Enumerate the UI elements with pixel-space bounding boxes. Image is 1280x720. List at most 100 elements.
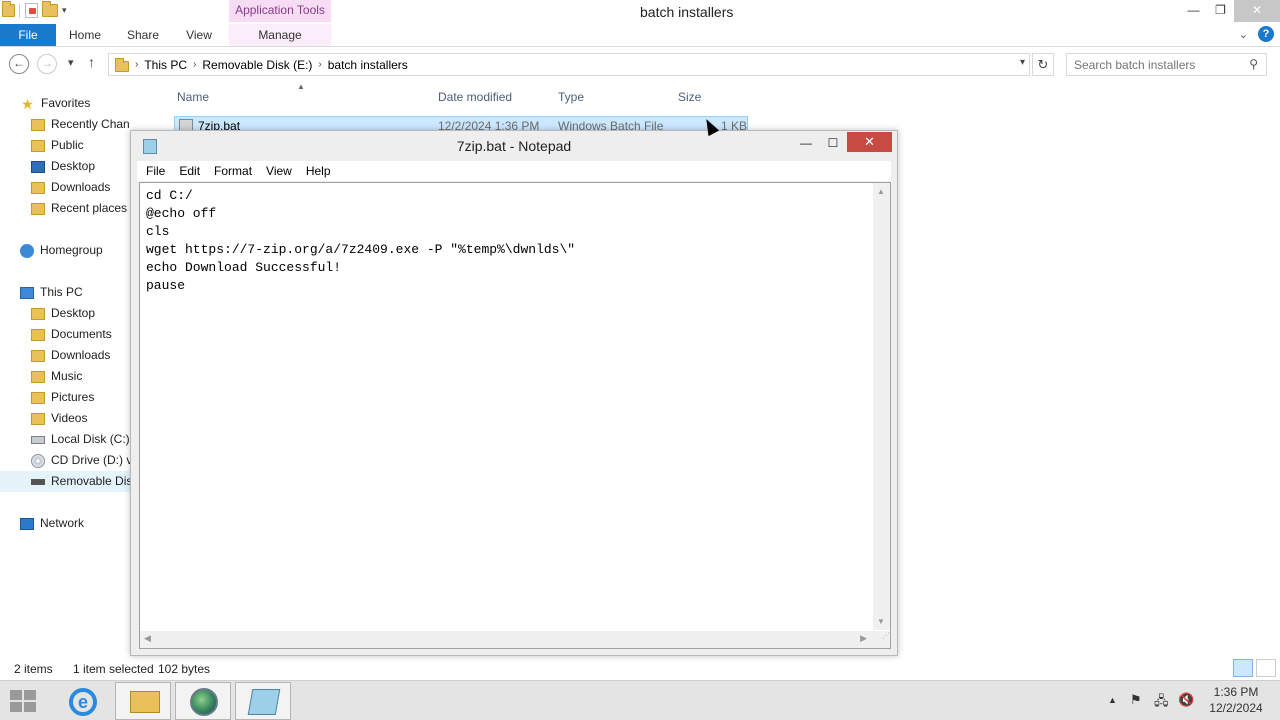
- notepad-maximize-button[interactable]: ☐: [820, 133, 846, 153]
- nav-homegroup[interactable]: Homegroup: [0, 240, 130, 261]
- back-button[interactable]: ←: [9, 54, 29, 74]
- notepad-title: 7zip.bat - Notepad: [456, 138, 572, 154]
- item-count: 2 items: [14, 662, 53, 676]
- menu-view[interactable]: View: [259, 161, 299, 181]
- selection-size: 102 bytes: [158, 662, 211, 676]
- menu-help[interactable]: Help: [299, 161, 338, 181]
- nav-pc-desktop[interactable]: Desktop: [0, 303, 130, 324]
- nav-desktop[interactable]: Desktop: [0, 156, 130, 177]
- refresh-button[interactable]: ↻: [1032, 53, 1054, 76]
- minimize-button[interactable]: —: [1180, 0, 1207, 22]
- notepad-window: 7zip.bat - Notepad — ☐ ✕ File Edit Forma…: [130, 130, 898, 656]
- start-button[interactable]: [10, 690, 38, 714]
- sort-ascending-icon: ▲: [297, 82, 305, 91]
- clock-date: 12/2/2024: [1209, 701, 1263, 715]
- folder-icon: [2, 1, 15, 17]
- location-folder-icon: [115, 57, 129, 72]
- network-tray-icon[interactable]: 🖧: [1154, 692, 1169, 714]
- details-view-button[interactable]: [1233, 659, 1253, 677]
- nav-recent-places[interactable]: Recent places: [0, 198, 130, 219]
- nav-favorites[interactable]: ★ Favorites: [0, 93, 130, 114]
- internet-explorer-icon: e: [69, 688, 97, 716]
- nav-local-disk[interactable]: Local Disk (C:): [0, 429, 130, 450]
- resize-grip-icon[interactable]: ⋰: [873, 631, 890, 648]
- breadcrumb-batch-installers[interactable]: batch installers: [328, 58, 408, 72]
- breadcrumb-separator: ›: [135, 59, 139, 70]
- pictures-folder-icon: [31, 391, 45, 404]
- scroll-left-icon[interactable]: ◀: [144, 633, 151, 644]
- breadcrumb[interactable]: › This PC › Removable Disk (E:) › batch …: [108, 53, 1030, 76]
- forward-button[interactable]: →: [37, 54, 57, 74]
- taskbar-internet-explorer[interactable]: e: [54, 682, 110, 720]
- help-icon[interactable]: ?: [1258, 26, 1274, 42]
- expand-ribbon-icon[interactable]: ⌄: [1239, 28, 1248, 41]
- notepad-titlebar[interactable]: 7zip.bat - Notepad — ☐ ✕: [131, 131, 897, 161]
- taskbar-clock[interactable]: 1:36 PM 12/2/2024: [1196, 684, 1276, 716]
- nav-network[interactable]: Network: [0, 513, 130, 534]
- taskbar: e ▲ ⚑ 🖧 🔇 1:36 PM 12/2/2024: [0, 680, 1280, 720]
- clock-time: 1:36 PM: [1213, 685, 1259, 699]
- column-header-size[interactable]: Size: [678, 90, 701, 104]
- nav-documents[interactable]: Documents: [0, 324, 130, 345]
- properties-icon[interactable]: [25, 3, 38, 18]
- nav-public[interactable]: Public: [0, 135, 130, 156]
- tab-view[interactable]: View: [176, 24, 222, 46]
- tab-file[interactable]: File: [0, 24, 56, 46]
- restore-button[interactable]: ❐: [1207, 0, 1234, 22]
- column-header-date-modified[interactable]: Date modified: [438, 90, 512, 104]
- folder-icon: [31, 139, 45, 152]
- menu-format[interactable]: Format: [207, 161, 259, 181]
- notepad-editor[interactable]: cd C:/ @echo off cls wget https://7-zip.…: [139, 182, 891, 649]
- taskbar-globe-app[interactable]: [175, 682, 231, 720]
- notepad-minimize-button[interactable]: —: [793, 133, 819, 153]
- nav-videos[interactable]: Videos: [0, 408, 130, 429]
- editor-text[interactable]: cd C:/ @echo off cls wget https://7-zip.…: [146, 187, 872, 627]
- tab-share[interactable]: Share: [118, 24, 168, 46]
- notepad-close-button[interactable]: ✕: [847, 132, 892, 152]
- recent-places-icon: [31, 202, 45, 215]
- breadcrumb-removable-disk[interactable]: Removable Disk (E:): [202, 58, 312, 72]
- search-box[interactable]: ⚲: [1066, 53, 1267, 76]
- explorer-titlebar: ▾ Application Tools batch installers — ❐…: [0, 0, 1280, 24]
- action-center-flag-icon[interactable]: ⚑: [1130, 692, 1142, 708]
- menu-edit[interactable]: Edit: [172, 161, 207, 181]
- folder-icon: [31, 307, 45, 320]
- taskbar-notepad[interactable]: [235, 682, 291, 720]
- search-icon: ⚲: [1249, 57, 1258, 71]
- nav-removable-disk[interactable]: Removable Dis: [0, 471, 130, 492]
- nav-cd-drive[interactable]: CD Drive (D:) vi: [0, 450, 130, 471]
- nav-downloads[interactable]: Downloads: [0, 177, 130, 198]
- breadcrumb-this-pc[interactable]: This PC: [144, 58, 187, 72]
- show-hidden-icons-icon[interactable]: ▲: [1108, 695, 1117, 705]
- column-header-name[interactable]: Name: [177, 90, 209, 104]
- usb-drive-icon: [31, 478, 45, 485]
- nav-pictures[interactable]: Pictures: [0, 387, 130, 408]
- vertical-scrollbar[interactable]: ▲ ▼: [873, 183, 890, 630]
- nav-this-pc[interactable]: This PC: [0, 282, 130, 303]
- scroll-down-icon[interactable]: ▼: [877, 617, 885, 626]
- toolbar-divider: [19, 3, 21, 18]
- menu-file[interactable]: File: [137, 161, 172, 181]
- star-icon: ★: [21, 95, 34, 112]
- scroll-right-icon[interactable]: ▶: [860, 633, 867, 644]
- homegroup-icon: [20, 243, 34, 258]
- tab-home[interactable]: Home: [60, 24, 110, 46]
- scroll-up-icon[interactable]: ▲: [877, 187, 885, 196]
- new-folder-icon[interactable]: [42, 1, 58, 17]
- large-icons-view-button[interactable]: [1256, 659, 1276, 677]
- customize-qat-icon[interactable]: ▾: [62, 5, 67, 16]
- recent-locations-icon[interactable]: ▾: [68, 56, 74, 69]
- nav-music[interactable]: Music: [0, 366, 130, 387]
- up-arrow-icon[interactable]: ↑: [88, 54, 95, 70]
- taskbar-file-explorer[interactable]: [115, 682, 171, 720]
- close-button[interactable]: ✕: [1234, 0, 1280, 22]
- search-input[interactable]: [1067, 54, 1237, 75]
- nav-recently-changed[interactable]: Recently Changed: [0, 114, 130, 135]
- horizontal-scrollbar[interactable]: ◀ ▶: [140, 631, 873, 648]
- nav-pc-downloads[interactable]: Downloads: [0, 345, 130, 366]
- tab-manage[interactable]: Manage: [229, 24, 331, 46]
- file-explorer-icon: [130, 691, 160, 713]
- address-dropdown-icon[interactable]: ▾: [1020, 57, 1025, 68]
- volume-muted-icon[interactable]: 🔇: [1178, 692, 1194, 708]
- column-header-type[interactable]: Type: [558, 90, 584, 104]
